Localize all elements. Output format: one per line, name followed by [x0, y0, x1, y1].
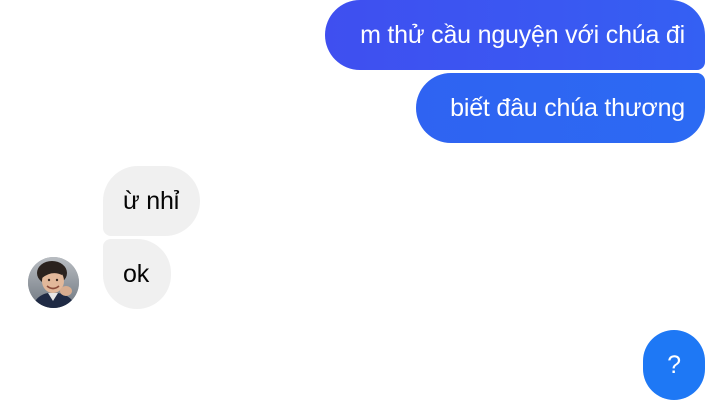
outgoing-message-bubble[interactable]: biết đâu chúa thương [416, 73, 705, 143]
message-text: biết đâu chúa thương [450, 94, 685, 122]
message-text: ok [123, 260, 150, 288]
incoming-message-bubble[interactable]: ok [103, 239, 171, 309]
message-text: m thử cầu nguyện với chúa đi [360, 21, 685, 49]
outgoing-message-bubble[interactable]: m thử cầu nguyện với chúa đi [325, 0, 705, 70]
message-text: ừ nhỉ [123, 187, 180, 215]
avatar-photo-icon [28, 257, 79, 308]
outgoing-message-bubble[interactable]: ? [643, 330, 705, 400]
chat-thread: m thử cầu nguyện với chúa đi biết đâu ch… [0, 0, 720, 412]
sender-avatar[interactable] [28, 257, 79, 308]
incoming-message-bubble[interactable]: ừ nhỉ [103, 166, 200, 236]
message-text: ? [667, 351, 681, 379]
